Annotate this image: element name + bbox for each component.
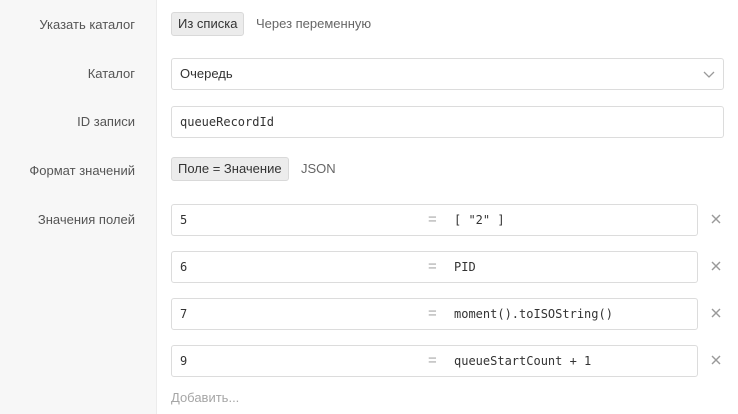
- field-value[interactable]: [ "2" ]: [454, 205, 505, 235]
- catalog-select-value: Очередь: [180, 66, 233, 81]
- labels-panel: [0, 0, 157, 414]
- close-icon[interactable]: [709, 212, 723, 226]
- catalog-label: Каталог: [87, 66, 135, 81]
- equals-sign: =: [428, 352, 437, 369]
- field-value[interactable]: queueStartCount + 1: [454, 346, 591, 376]
- chevron-down-icon: [703, 71, 715, 78]
- close-icon[interactable]: [709, 259, 723, 273]
- field-key[interactable]: 5: [180, 205, 187, 235]
- field-value[interactable]: PID: [454, 252, 476, 282]
- value-format-label: Формат значений: [29, 163, 135, 178]
- field-value-row[interactable]: 6 = PID: [171, 251, 698, 283]
- field-key[interactable]: 7: [180, 299, 187, 329]
- add-field-link[interactable]: Добавить...: [171, 390, 239, 405]
- field-key[interactable]: 6: [180, 252, 187, 282]
- catalog-source-variable-button[interactable]: Через переменную: [249, 12, 378, 36]
- field-value[interactable]: moment().toISOString(): [454, 299, 613, 329]
- equals-sign: =: [428, 211, 437, 228]
- catalog-source-from-list-button[interactable]: Из списка: [171, 12, 245, 36]
- equals-sign: =: [428, 258, 437, 275]
- field-value-row[interactable]: 7 = moment().toISOString(): [171, 298, 698, 330]
- field-values-label: Значения полей: [37, 212, 135, 227]
- value-format-field-value-button[interactable]: Поле = Значение: [171, 157, 289, 181]
- record-id-input[interactable]: queueRecordId: [171, 106, 724, 138]
- catalog-select[interactable]: Очередь: [171, 58, 724, 90]
- close-icon[interactable]: [709, 306, 723, 320]
- equals-sign: =: [428, 305, 437, 322]
- field-value-row[interactable]: 5 = [ "2" ]: [171, 204, 698, 236]
- record-id-label: ID записи: [77, 114, 135, 129]
- close-icon[interactable]: [709, 353, 723, 367]
- field-value-row[interactable]: 9 = queueStartCount + 1: [171, 345, 698, 377]
- field-key[interactable]: 9: [180, 346, 187, 376]
- record-id-value: queueRecordId: [180, 115, 274, 129]
- catalog-source-label: Указать каталог: [39, 17, 135, 32]
- value-format-json-button[interactable]: JSON: [294, 157, 343, 181]
